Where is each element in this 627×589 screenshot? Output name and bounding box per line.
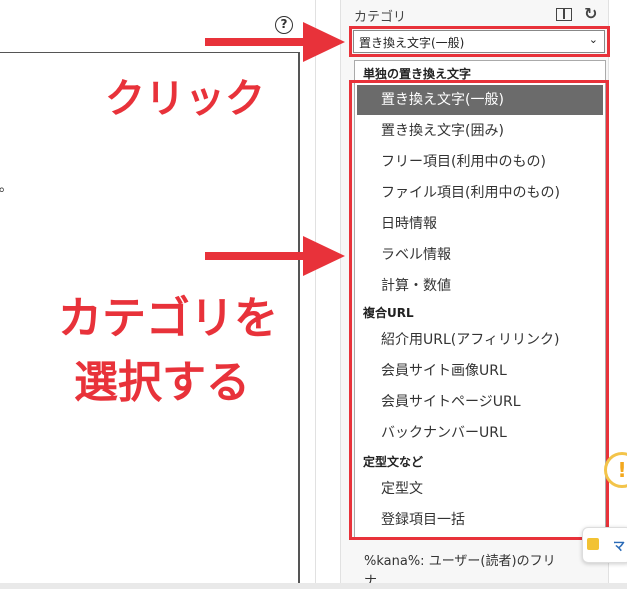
highlight-frame-list [349, 80, 609, 540]
placeholder-description: %kana%: ユーザー(読者)のフリ [364, 554, 556, 569]
book-icon[interactable] [556, 8, 572, 21]
help-icon[interactable]: ? [275, 16, 293, 34]
column-divider [340, 0, 341, 589]
category-label: カテゴリ [354, 10, 407, 25]
chat-button-label: マ [613, 539, 626, 553]
select-callout-line1: カテゴリを [58, 293, 278, 344]
editor-text-fragment: 。 [0, 179, 13, 195]
select-callout-line2: 選択する [74, 357, 250, 408]
highlight-frame-select [349, 26, 610, 57]
horizontal-scrollbar[interactable] [0, 583, 627, 589]
click-callout: クリック [105, 76, 265, 122]
column-divider [315, 0, 316, 589]
chat-logo-icon [587, 538, 599, 550]
chat-button[interactable]: マ [582, 527, 627, 563]
refresh-icon[interactable]: ↻ [584, 4, 597, 23]
